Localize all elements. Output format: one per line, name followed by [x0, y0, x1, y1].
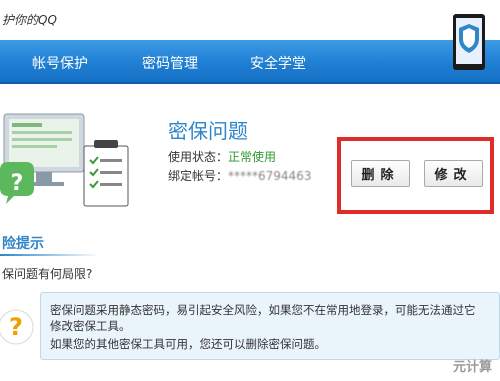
shield-badge-icon — [453, 14, 485, 70]
account-label: 绑定帐号： — [168, 169, 229, 183]
account-value: *****6794463 — [228, 169, 312, 183]
risk-divider — [0, 254, 100, 256]
computer-checklist-illustration: ? — [0, 113, 129, 207]
status-row: 使用状态：正常使用 — [168, 148, 276, 165]
delete-button[interactable]: 删除 — [351, 160, 410, 187]
page-title: 密保问题 — [168, 119, 248, 143]
question-mark-icon: ? — [0, 309, 34, 345]
notice-line-2: 修改密保工具。 — [50, 319, 131, 333]
status-value: 正常使用 — [228, 150, 277, 164]
risk-question: 保问题有何局限? — [2, 267, 93, 281]
top-nav: 帐号保护 密码管理 安全学堂 — [0, 40, 500, 84]
watermark: 元计算 — [452, 360, 492, 375]
modify-button[interactable]: 修改 — [424, 160, 483, 187]
risk-heading: 险提示 — [2, 236, 44, 252]
notice-line-3: 如果您的其他密保工具可用，您还可以删除密保问题。 — [50, 337, 326, 351]
header-title: 护你的QQ — [2, 13, 57, 27]
svg-text:?: ? — [9, 313, 23, 341]
status-label: 使用状态： — [168, 150, 229, 164]
tab-security-school[interactable]: 安全学堂 — [250, 53, 306, 73]
notice-line-1: 密保问题采用静态密码，易引起安全风险，如果您不在常用地登录，可能无法通过它 — [50, 303, 476, 317]
tab-account-protection[interactable]: 帐号保护 — [32, 53, 88, 73]
tab-password-management[interactable]: 密码管理 — [142, 53, 198, 73]
svg-text:?: ? — [11, 171, 24, 196]
header: 护你的QQ — [0, 0, 500, 40]
account-row: 绑定帐号：*****6794463 — [168, 167, 311, 184]
